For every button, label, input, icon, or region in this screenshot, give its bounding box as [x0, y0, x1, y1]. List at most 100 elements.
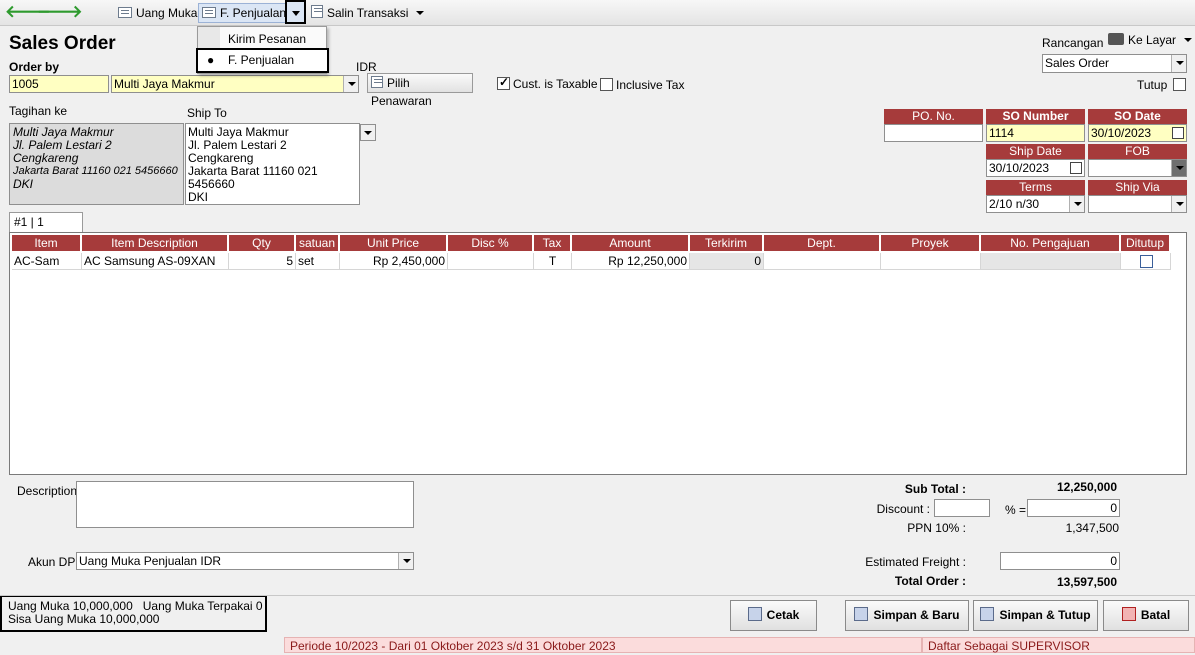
- bill-to-address: Multi Jaya Makmur Jl. Palem Lestari 2 Ce…: [9, 123, 184, 205]
- calendar-icon[interactable]: [1070, 162, 1082, 174]
- menu-item-kirim-pesanan[interactable]: Kirim Pesanan: [228, 32, 306, 46]
- column-header-proyek[interactable]: Proyek: [881, 235, 980, 251]
- page-title: Sales Order: [9, 33, 116, 54]
- column-header-qty[interactable]: Qty: [229, 235, 295, 251]
- ditutup-checkbox[interactable]: [1140, 255, 1153, 268]
- chevron-down-icon: [1069, 196, 1084, 212]
- so-date-field[interactable]: 30/10/2023: [1088, 124, 1187, 142]
- calendar-icon[interactable]: [1172, 127, 1184, 139]
- simpan-baru-button[interactable]: Simpan & Baru: [845, 600, 969, 631]
- template-select[interactable]: Sales Order: [1042, 54, 1187, 73]
- ship-via-label: Ship Via: [1088, 180, 1187, 195]
- sub-total-label: Sub Total :: [904, 482, 966, 496]
- ppn-value: 1,347,500: [1065, 521, 1119, 535]
- chevron-down-icon[interactable]: [343, 76, 358, 92]
- column-header-description[interactable]: Item Description: [82, 235, 228, 251]
- status-user: Daftar Sebagai SUPERVISOR: [922, 637, 1195, 653]
- column-header-disc[interactable]: Disc %: [448, 235, 533, 251]
- so-number-label: SO Number: [986, 109, 1085, 124]
- discount-value-input[interactable]: 0: [1027, 499, 1120, 517]
- tutup-checkbox[interactable]: [1173, 78, 1186, 91]
- ship-to-label: Ship To: [187, 106, 227, 120]
- chevron-down-icon: [1171, 196, 1186, 212]
- document-icon: [202, 7, 216, 18]
- discount-label: Discount :: [876, 502, 930, 516]
- freight-label: Estimated Freight :: [865, 555, 966, 569]
- bullet-icon: ●: [207, 53, 215, 67]
- list-icon: [371, 76, 383, 88]
- simpan-tutup-button[interactable]: Simpan & Tutup: [973, 600, 1098, 631]
- printer-icon: [747, 607, 762, 621]
- so-date-label: SO Date: [1088, 109, 1187, 124]
- cetak-button[interactable]: Cetak: [730, 600, 817, 631]
- discount-percent-input[interactable]: [934, 499, 990, 517]
- total-order-label: Total Order :: [894, 574, 966, 588]
- printer-icon: [1108, 33, 1124, 45]
- po-number-field[interactable]: [884, 124, 983, 142]
- ke-layar-button[interactable]: Ke Layar: [1108, 33, 1193, 47]
- column-header-amount[interactable]: Amount: [572, 235, 689, 251]
- salin-transaksi-button[interactable]: Salin Transaksi: [308, 4, 427, 22]
- terms-label: Terms: [986, 180, 1085, 195]
- chevron-down-icon: [398, 553, 413, 569]
- akun-dp-label: Akun DP: [28, 555, 76, 569]
- description-input[interactable]: [76, 481, 414, 528]
- cancel-icon: [1121, 607, 1136, 621]
- pilih-penawaran-button[interactable]: Pilih Penawaran: [367, 73, 473, 108]
- column-header-tax[interactable]: Tax: [534, 235, 571, 251]
- chevron-down-icon: [416, 11, 425, 15]
- f-penjualan-dropdown-button[interactable]: [285, 0, 306, 24]
- items-grid: Item Item Description Qty satuan Unit Pr…: [9, 232, 1187, 475]
- ppn-label: PPN 10% :: [907, 521, 966, 535]
- order-by-label: Order by: [9, 60, 60, 74]
- column-header-satuan[interactable]: satuan: [296, 235, 339, 251]
- customer-name-field[interactable]: Multi Jaya Makmur: [111, 75, 359, 93]
- po-label: PO. No.: [884, 109, 983, 124]
- terms-select[interactable]: 2/10 n/30: [986, 195, 1085, 213]
- save-icon: [980, 607, 995, 621]
- fob-select[interactable]: [1088, 159, 1187, 177]
- uang-muka-button[interactable]: Uang Muka: [115, 4, 200, 22]
- menu-item-f-penjualan[interactable]: ● F. Penjualan: [196, 48, 329, 73]
- tutup-label: Tutup: [1137, 78, 1168, 92]
- freight-input[interactable]: 0: [1000, 552, 1120, 570]
- column-header-ditutup[interactable]: Ditutup: [1121, 235, 1170, 251]
- copy-icon: [311, 5, 323, 18]
- column-header-dept[interactable]: Dept.: [764, 235, 880, 251]
- cust-taxable-label: Cust. is Taxable: [513, 77, 598, 91]
- f-penjualan-button[interactable]: F. Penjualan: [198, 3, 291, 23]
- rancangan-label: Rancangan: [1042, 36, 1104, 50]
- back-arrow-icon[interactable]: 🡐: [5, 3, 51, 21]
- uang-muka-info: Uang Muka 10,000,000 Uang Muka Terpakai …: [0, 595, 267, 632]
- inclusive-tax-checkbox[interactable]: [600, 78, 613, 91]
- ship-date-label: Ship Date: [986, 144, 1085, 159]
- customer-code-field[interactable]: 1005: [9, 75, 109, 93]
- status-periode: Periode 10/2023 - Dari 01 Oktober 2023 s…: [284, 637, 922, 653]
- total-order-value: 13,597,500: [1056, 575, 1117, 589]
- ship-to-dropdown[interactable]: [360, 124, 376, 141]
- column-header-item[interactable]: Item: [12, 235, 81, 251]
- batal-button[interactable]: Batal: [1103, 600, 1189, 631]
- forward-arrow-icon[interactable]: 🡒: [37, 3, 83, 21]
- ship-to-address[interactable]: Multi Jaya Makmur Jl. Palem Lestari 2 Ce…: [185, 123, 360, 205]
- inclusive-tax-label: Inclusive Tax: [616, 78, 685, 92]
- description-label: Description:: [17, 484, 81, 498]
- so-number-field[interactable]: 1114: [986, 124, 1085, 142]
- ship-via-select[interactable]: [1088, 195, 1187, 213]
- column-header-no-pengajuan[interactable]: No. Pengajuan: [981, 235, 1120, 251]
- percent-equals: % =: [1005, 503, 1027, 517]
- cust-taxable-checkbox[interactable]: [497, 75, 510, 90]
- column-header-terkirim[interactable]: Terkirim: [690, 235, 763, 251]
- chevron-down-icon: [364, 131, 372, 135]
- chevron-down-icon: [1171, 160, 1186, 176]
- column-header-unit-price[interactable]: Unit Price: [340, 235, 447, 251]
- save-icon: [854, 607, 869, 621]
- ship-date-field[interactable]: 30/10/2023: [986, 159, 1085, 177]
- chevron-down-icon: [292, 11, 300, 16]
- chevron-down-icon: [1184, 38, 1193, 42]
- tagihan-label: Tagihan ke: [9, 104, 68, 118]
- akun-dp-select[interactable]: Uang Muka Penjualan IDR: [76, 552, 414, 570]
- chevron-down-icon: [1171, 55, 1186, 72]
- tab-items[interactable]: #1 | 1 Barang: [9, 212, 83, 247]
- sub-total-value: 12,250,000: [1056, 480, 1117, 494]
